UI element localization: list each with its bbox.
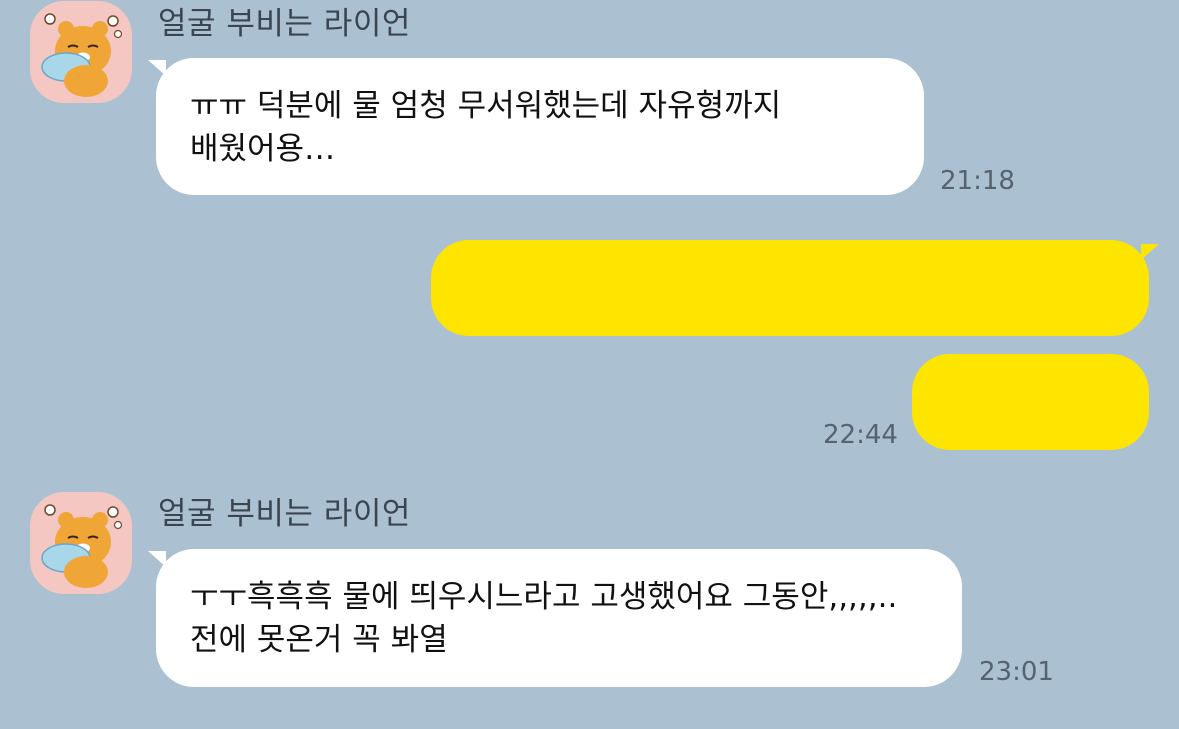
- bubble-tail: [1141, 244, 1159, 260]
- message-timestamp: 22:44: [823, 420, 898, 450]
- message-bubble-outgoing[interactable]: [912, 354, 1149, 450]
- ryan-character-icon: [41, 504, 123, 588]
- message-text: ㅜㅜ흑흑흑 물에 띄우시느라고 고생했어요 그동안,,,,,..전에 못온거 꼭…: [190, 579, 898, 658]
- avatar[interactable]: [30, 492, 132, 594]
- message-text: ㅠㅠ 덕분에 물 엄청 무서워했는데 자유형까지 배웠어용…: [190, 88, 782, 167]
- message-timestamp: 21:18: [940, 166, 1015, 196]
- message-timestamp: 23:01: [979, 657, 1054, 687]
- avatar[interactable]: [30, 1, 132, 103]
- ryan-character-icon: [41, 13, 123, 97]
- sender-name: 얼굴 부비는 라이언: [158, 496, 411, 532]
- message-bubble-outgoing[interactable]: [431, 240, 1149, 336]
- sender-name: 얼굴 부비는 라이언: [158, 6, 411, 42]
- message-bubble-incoming[interactable]: ㅜㅜ흑흑흑 물에 띄우시느라고 고생했어요 그동안,,,,,..전에 못온거 꼭…: [156, 549, 962, 687]
- message-bubble-incoming[interactable]: ㅠㅠ 덕분에 물 엄청 무서워했는데 자유형까지 배웠어용…: [156, 58, 924, 195]
